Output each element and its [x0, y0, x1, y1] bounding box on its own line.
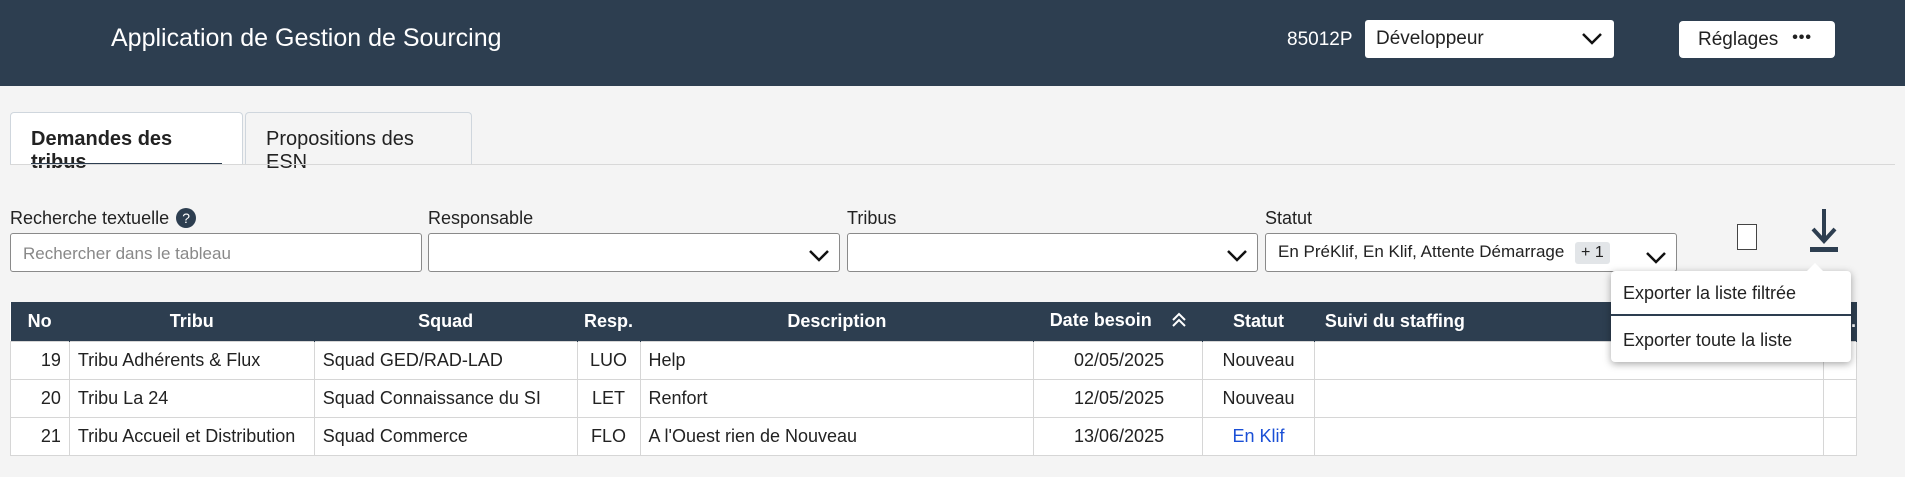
cell-suivi: [1313, 416, 1824, 456]
table-row[interactable]: 21 Tribu Accueil et Distribution Squad C…: [10, 416, 1858, 456]
chevron-down-icon: [1644, 245, 1668, 274]
statut-label: Statut: [1265, 208, 1313, 228]
chevron-down-icon: [1580, 26, 1604, 56]
search-label: Recherche textuelle ?: [10, 208, 197, 229]
column-header-date-label: Date besoin: [1049, 309, 1152, 330]
table-row[interactable]: 20 Tribu La 24 Squad Connaissance du SI …: [10, 378, 1858, 418]
cell-resp: LET: [576, 378, 641, 418]
more-horizontal-icon: •••: [1792, 29, 1812, 46]
statut-value: En PréKlif, En Klif, Attente Démarrage: [1278, 242, 1565, 261]
cell-no: 19: [10, 340, 70, 380]
sort-ascending-icon: [1171, 312, 1187, 332]
cell-resp: LUO: [576, 340, 641, 380]
statut-extra-badge: + 1: [1575, 242, 1610, 264]
cell-com: [1822, 416, 1858, 456]
tribus-select[interactable]: [847, 233, 1258, 272]
cell-resp: FLO: [576, 416, 641, 456]
demandes-table: No Tribu Squad Resp. Description Date be…: [10, 302, 1858, 456]
menu-divider: [1611, 314, 1851, 316]
cell-tribu: Tribu Adhérents & Flux: [68, 340, 315, 380]
column-header-squad[interactable]: Squad: [314, 302, 578, 341]
cell-tribu: Tribu Accueil et Distribution: [68, 416, 315, 456]
role-select-value: Développeur: [1376, 28, 1484, 49]
cell-statut[interactable]: En Klif: [1202, 416, 1315, 456]
cell-statut: Nouveau: [1202, 340, 1315, 380]
cell-date: 13/06/2025: [1033, 416, 1204, 456]
tab-label: Propositions des ESN: [266, 128, 414, 173]
settings-button-label: Réglages: [1698, 29, 1779, 50]
export-full-list-item[interactable]: Exporter toute la liste: [1623, 330, 1792, 351]
cell-description: Renfort: [639, 378, 1035, 418]
app-header: Application de Gestion de Sourcing 85012…: [0, 0, 1905, 86]
select-checkbox[interactable]: [1737, 224, 1757, 250]
export-filtered-list-item[interactable]: Exporter la liste filtrée: [1623, 283, 1796, 304]
chevron-down-icon: [1225, 243, 1249, 272]
cell-description: Help: [639, 340, 1035, 380]
tab-propositions-des-esn[interactable]: Propositions des ESN: [245, 112, 472, 173]
responsable-label: Responsable: [428, 208, 534, 228]
role-select[interactable]: Développeur: [1365, 20, 1614, 58]
export-menu: Exporter la liste filtrée Exporter toute…: [1611, 263, 1851, 362]
column-header-statut[interactable]: Statut: [1202, 302, 1315, 341]
tribus-label: Tribus: [847, 208, 897, 228]
cell-description: A l'Ouest rien de Nouveau: [639, 416, 1035, 456]
cell-squad: Squad Commerce: [313, 416, 578, 456]
column-header-date-besoin[interactable]: Date besoin: [1033, 302, 1204, 341]
table-row[interactable]: 19 Tribu Adhérents & Flux Squad GED/RAD-…: [10, 340, 1858, 380]
cell-date: 02/05/2025: [1033, 340, 1204, 380]
help-icon[interactable]: ?: [176, 208, 197, 228]
statut-select[interactable]: En PréKlif, En Klif, Attente Démarrage +…: [1265, 233, 1677, 272]
tab-divider: [10, 164, 1895, 165]
column-header-description[interactable]: Description: [640, 302, 1035, 341]
tab-demandes-des-tribus[interactable]: Demandes des tribus: [10, 112, 243, 173]
settings-button[interactable]: Réglages •••: [1679, 21, 1835, 58]
cell-squad: Squad GED/RAD-LAD: [313, 340, 578, 380]
column-header-resp[interactable]: Resp.: [577, 302, 641, 341]
column-header-tribu[interactable]: Tribu: [69, 302, 315, 341]
chevron-down-icon: [807, 243, 831, 272]
app-title: Application de Gestion de Sourcing: [111, 24, 502, 52]
tab-label: Demandes des tribus: [31, 128, 173, 173]
cell-suivi: [1313, 378, 1824, 418]
cell-date: 12/05/2025: [1033, 378, 1204, 418]
download-icon[interactable]: [1810, 207, 1838, 260]
cell-no: 21: [10, 416, 70, 456]
table-header-row: No Tribu Squad Resp. Description Date be…: [10, 302, 1858, 341]
cell-tribu: Tribu La 24: [68, 378, 315, 418]
cell-no: 20: [10, 378, 70, 418]
cell-statut: Nouveau: [1202, 378, 1315, 418]
search-input[interactable]: [23, 244, 409, 264]
search-field[interactable]: [10, 233, 422, 272]
cell-squad: Squad Connaissance du SI: [313, 378, 578, 418]
responsable-select[interactable]: [428, 233, 840, 272]
search-label-text: Recherche textuelle: [10, 208, 170, 228]
column-header-no[interactable]: No: [10, 302, 70, 341]
user-code: 85012P: [1287, 29, 1353, 50]
cell-com: [1822, 378, 1858, 418]
